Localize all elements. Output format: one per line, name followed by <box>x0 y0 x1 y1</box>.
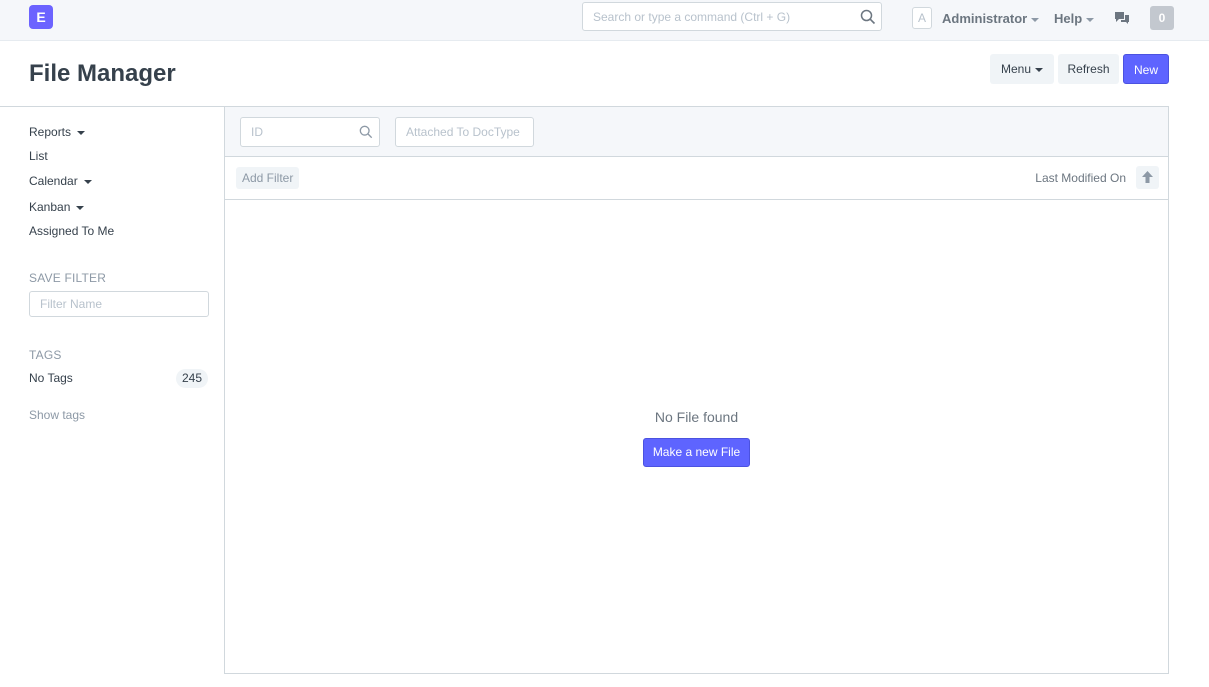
app-logo[interactable]: E <box>29 5 53 29</box>
id-filter <box>240 117 380 147</box>
user-name-label: Administrator <box>942 11 1028 26</box>
chat-icon[interactable] <box>1114 11 1130 25</box>
chevron-down-icon <box>77 130 86 135</box>
sidebar-item-label: Assigned To Me <box>29 224 115 238</box>
save-filter-heading: SAVE FILTER <box>29 271 107 285</box>
standard-filter-section <box>225 107 1168 157</box>
filter-bar: Add Filter Last Modified On <box>225 157 1168 200</box>
chevron-down-icon <box>83 179 92 184</box>
sidebar-item-no-tags[interactable]: No Tags <box>29 371 73 385</box>
make-new-file-button[interactable]: Make a new File <box>643 438 750 467</box>
menu-button-label: Menu <box>1000 62 1032 76</box>
show-tags-link[interactable]: Show tags <box>29 408 85 422</box>
sidebar-item-label: Reports <box>29 125 72 139</box>
sidebar-item-label: Calendar <box>29 174 78 188</box>
chevron-down-icon <box>76 205 85 210</box>
sort-selector[interactable]: Last Modified On <box>1035 171 1126 185</box>
empty-state-message: No File found <box>654 409 739 425</box>
tag-count-badge: 245 <box>176 369 208 388</box>
id-filter-input[interactable] <box>241 118 356 146</box>
chevron-down-icon <box>1031 17 1040 22</box>
menu-button[interactable]: Menu <box>990 54 1054 84</box>
chevron-down-icon <box>1035 67 1044 72</box>
search-icon <box>359 125 373 139</box>
divider <box>0 106 224 107</box>
search-icon[interactable] <box>860 9 876 25</box>
notification-badge[interactable]: 0 <box>1150 6 1174 30</box>
top-navbar: E A Administrator Help 0 <box>0 0 1209 41</box>
sidebar-item-kanban[interactable]: Kanban <box>29 200 85 214</box>
sidebar-item-list[interactable]: List <box>29 149 48 163</box>
filter-name-input[interactable] <box>30 292 200 316</box>
tags-heading: TAGS <box>29 348 62 362</box>
user-dropdown[interactable]: Administrator <box>942 11 1040 26</box>
avatar[interactable]: A <box>912 7 932 29</box>
sidebar-item-assigned-to-me[interactable]: Assigned To Me <box>29 224 114 238</box>
new-button[interactable]: New <box>1123 54 1169 84</box>
sidebar-item-reports[interactable]: Reports <box>29 125 86 139</box>
page-title: File Manager <box>29 60 176 87</box>
search-input[interactable] <box>583 3 843 30</box>
awesomebar <box>582 2 882 31</box>
sidebar-item-label: List <box>29 149 48 163</box>
attached-to-doctype-filter <box>395 117 534 147</box>
sidebar-item-calendar[interactable]: Calendar <box>29 174 92 188</box>
filter-name-field <box>29 291 209 317</box>
list-frame: Add Filter Last Modified On No File foun… <box>224 106 1169 674</box>
attached-to-doctype-input[interactable] <box>396 118 531 146</box>
help-label: Help <box>1054 11 1083 26</box>
arrow-up-icon <box>1142 171 1153 183</box>
chevron-down-icon <box>1086 17 1095 22</box>
sidebar-item-label: Kanban <box>29 200 71 214</box>
help-dropdown[interactable]: Help <box>1054 11 1095 26</box>
sort-order-button[interactable] <box>1136 166 1159 189</box>
refresh-button[interactable]: Refresh <box>1058 54 1119 84</box>
add-filter-button[interactable]: Add Filter <box>236 167 300 189</box>
